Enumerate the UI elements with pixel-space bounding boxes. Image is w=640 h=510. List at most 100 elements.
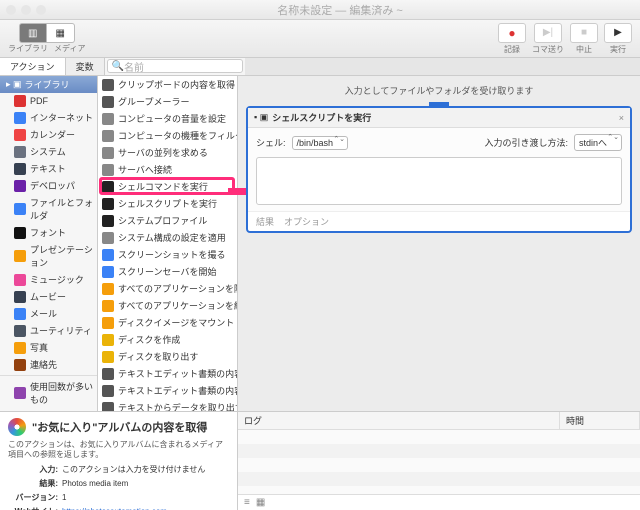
- action-box[interactable]: ▪ ▣ シェルスクリプトを実行 × シェル: /bin/bash 入力の引き渡し…: [246, 106, 632, 233]
- window-controls: [6, 5, 46, 15]
- action-item[interactable]: すべてのアプリケーションを隠す: [98, 280, 237, 297]
- time-col[interactable]: 時間: [560, 412, 640, 429]
- log-col[interactable]: ログ: [238, 412, 560, 429]
- folder-icon: [14, 112, 26, 124]
- photos-icon: [8, 418, 26, 436]
- stop-label: 中止: [576, 44, 592, 55]
- info-row: バージョン:1: [8, 492, 229, 503]
- action-icon: [102, 334, 114, 346]
- close-dot[interactable]: [6, 5, 16, 15]
- action-icon: [102, 215, 114, 227]
- tab-variables[interactable]: 変数: [66, 58, 105, 75]
- action-item[interactable]: テキストエディット書類の内容を取得: [98, 382, 237, 399]
- sidebar-item[interactable]: ミュージック: [0, 271, 97, 288]
- action-item[interactable]: テキストからデータを取り出す: [98, 399, 237, 411]
- library-toggle[interactable]: ▥: [19, 23, 47, 43]
- sidebar-item[interactable]: インターネット: [0, 109, 97, 126]
- action-icon: [102, 317, 114, 329]
- sidebar-item[interactable]: ムービー: [0, 288, 97, 305]
- record-button[interactable]: ●: [498, 23, 526, 43]
- action-item[interactable]: コンピュータの音量を設定: [98, 110, 237, 127]
- sidebar-item[interactable]: フォント: [0, 224, 97, 241]
- action-item[interactable]: サーバへ接続: [98, 161, 237, 178]
- action-item[interactable]: シェルコマンドを実行: [98, 178, 237, 195]
- sidebar-header[interactable]: ▸ ▣ ライブラリ: [0, 76, 97, 93]
- options-tab[interactable]: オプション: [284, 215, 329, 228]
- sidebar-item[interactable]: プレゼンテーション: [0, 241, 97, 271]
- script-textarea[interactable]: [256, 157, 622, 205]
- sidebar-item[interactable]: PDF: [0, 93, 97, 109]
- action-item[interactable]: すべてのアプリケーションを終了: [98, 297, 237, 314]
- action-icon: [102, 130, 114, 142]
- info-row: 入力:このアクションは入力を受け付けません: [8, 464, 229, 475]
- action-icon: [102, 300, 114, 312]
- grid-icon[interactable]: ▦: [256, 497, 265, 508]
- info-panel: "お気に入り"アルバムの内容を取得 このアクションは、お気に入りアルバムに含まれ…: [0, 412, 238, 510]
- folder-icon: [14, 180, 26, 192]
- step-button[interactable]: ▶|: [534, 23, 562, 43]
- action-icon: [102, 402, 114, 412]
- results-tab[interactable]: 結果: [256, 215, 274, 228]
- sidebar-item[interactable]: テキスト: [0, 160, 97, 177]
- sidebar-item[interactable]: メール: [0, 305, 97, 322]
- sidebar-smart[interactable]: 使用回数が多いもの: [0, 378, 97, 408]
- action-item[interactable]: ディスクを作成: [98, 331, 237, 348]
- action-item[interactable]: ディスクイメージをマウント: [98, 314, 237, 331]
- media-toggle[interactable]: ▦: [47, 23, 75, 43]
- action-item[interactable]: システムプロファイル: [98, 212, 237, 229]
- folder-icon: [14, 308, 26, 320]
- action-item[interactable]: クリップボードの内容を取得: [98, 76, 237, 93]
- action-item[interactable]: コンピュータの機種をフィルタ: [98, 127, 237, 144]
- action-icon: [102, 147, 114, 159]
- pass-select[interactable]: stdinへ: [574, 134, 622, 151]
- folder-icon: [14, 342, 26, 354]
- action-item[interactable]: シェルスクリプトを実行: [98, 195, 237, 212]
- stop-button[interactable]: ■: [570, 23, 598, 43]
- info-title: "お気に入り"アルバムの内容を取得: [32, 419, 207, 435]
- smart-icon: [14, 387, 26, 399]
- action-icon: [102, 283, 114, 295]
- action-icon: [102, 385, 114, 397]
- sidebar-item[interactable]: ファイルとフォルダ: [0, 194, 97, 224]
- log-rows: [238, 430, 640, 494]
- action-icon: [102, 368, 114, 380]
- workflow-canvas[interactable]: 入力としてファイルやフォルダを受け取ります ▪ ▣ シェルスクリプトを実行 × …: [238, 76, 640, 411]
- max-dot[interactable]: [36, 5, 46, 15]
- sidebar-item[interactable]: カレンダー: [0, 126, 97, 143]
- info-row: Webサイト:https://photosautomation.com: [8, 506, 229, 510]
- library-label: ライブラリ: [8, 43, 48, 54]
- action-item[interactable]: サーバの並列を求める: [98, 144, 237, 161]
- sidebar-item[interactable]: システム: [0, 143, 97, 160]
- close-icon[interactable]: ×: [619, 113, 624, 123]
- shell-select[interactable]: /bin/bash: [292, 136, 349, 150]
- action-item[interactable]: スクリーンセーバを開始: [98, 263, 237, 280]
- run-label: 実行: [610, 44, 626, 55]
- log-panel: ログ 時間 ≡ ▦: [238, 412, 640, 510]
- actions-list: クリップボードの内容を取得グループメーラーコンピュータの音量を設定コンピュータの…: [98, 76, 238, 411]
- action-title: シェルスクリプトを実行: [272, 111, 371, 124]
- sidebar-item[interactable]: 連絡先: [0, 356, 97, 373]
- sidebar: ▸ ▣ ライブラリ PDFインターネットカレンダーシステムテキストデベロッパファ…: [0, 76, 98, 411]
- pass-label: 入力の引き渡し方法:: [484, 136, 568, 149]
- action-item[interactable]: グループメーラー: [98, 93, 237, 110]
- sidebar-smart[interactable]: 最近追加したもの: [0, 408, 97, 411]
- canvas-hint: 入力としてファイルやフォルダを受け取ります: [238, 76, 640, 105]
- action-item[interactable]: テキストエディット書類の内容を設定: [98, 365, 237, 382]
- folder-icon: [14, 291, 26, 303]
- tab-actions[interactable]: アクション: [0, 58, 66, 75]
- sidebar-item[interactable]: ユーティリティ: [0, 322, 97, 339]
- run-button[interactable]: ▶: [604, 23, 632, 43]
- action-item[interactable]: スクリーンショットを撮る: [98, 246, 237, 263]
- sidebar-item[interactable]: 写真: [0, 339, 97, 356]
- action-item[interactable]: ディスクを取り出す: [98, 348, 237, 365]
- shell-label: シェル:: [256, 136, 286, 149]
- min-dot[interactable]: [21, 5, 31, 15]
- action-icon: [102, 232, 114, 244]
- sidebar-item[interactable]: デベロッパ: [0, 177, 97, 194]
- search-input[interactable]: 🔍 名前: [107, 59, 243, 73]
- action-icon: [102, 266, 114, 278]
- action-icon: [102, 164, 114, 176]
- action-item[interactable]: システム構成の設定を適用: [98, 229, 237, 246]
- folder-icon: [14, 146, 26, 158]
- log-icon[interactable]: ≡: [244, 497, 250, 508]
